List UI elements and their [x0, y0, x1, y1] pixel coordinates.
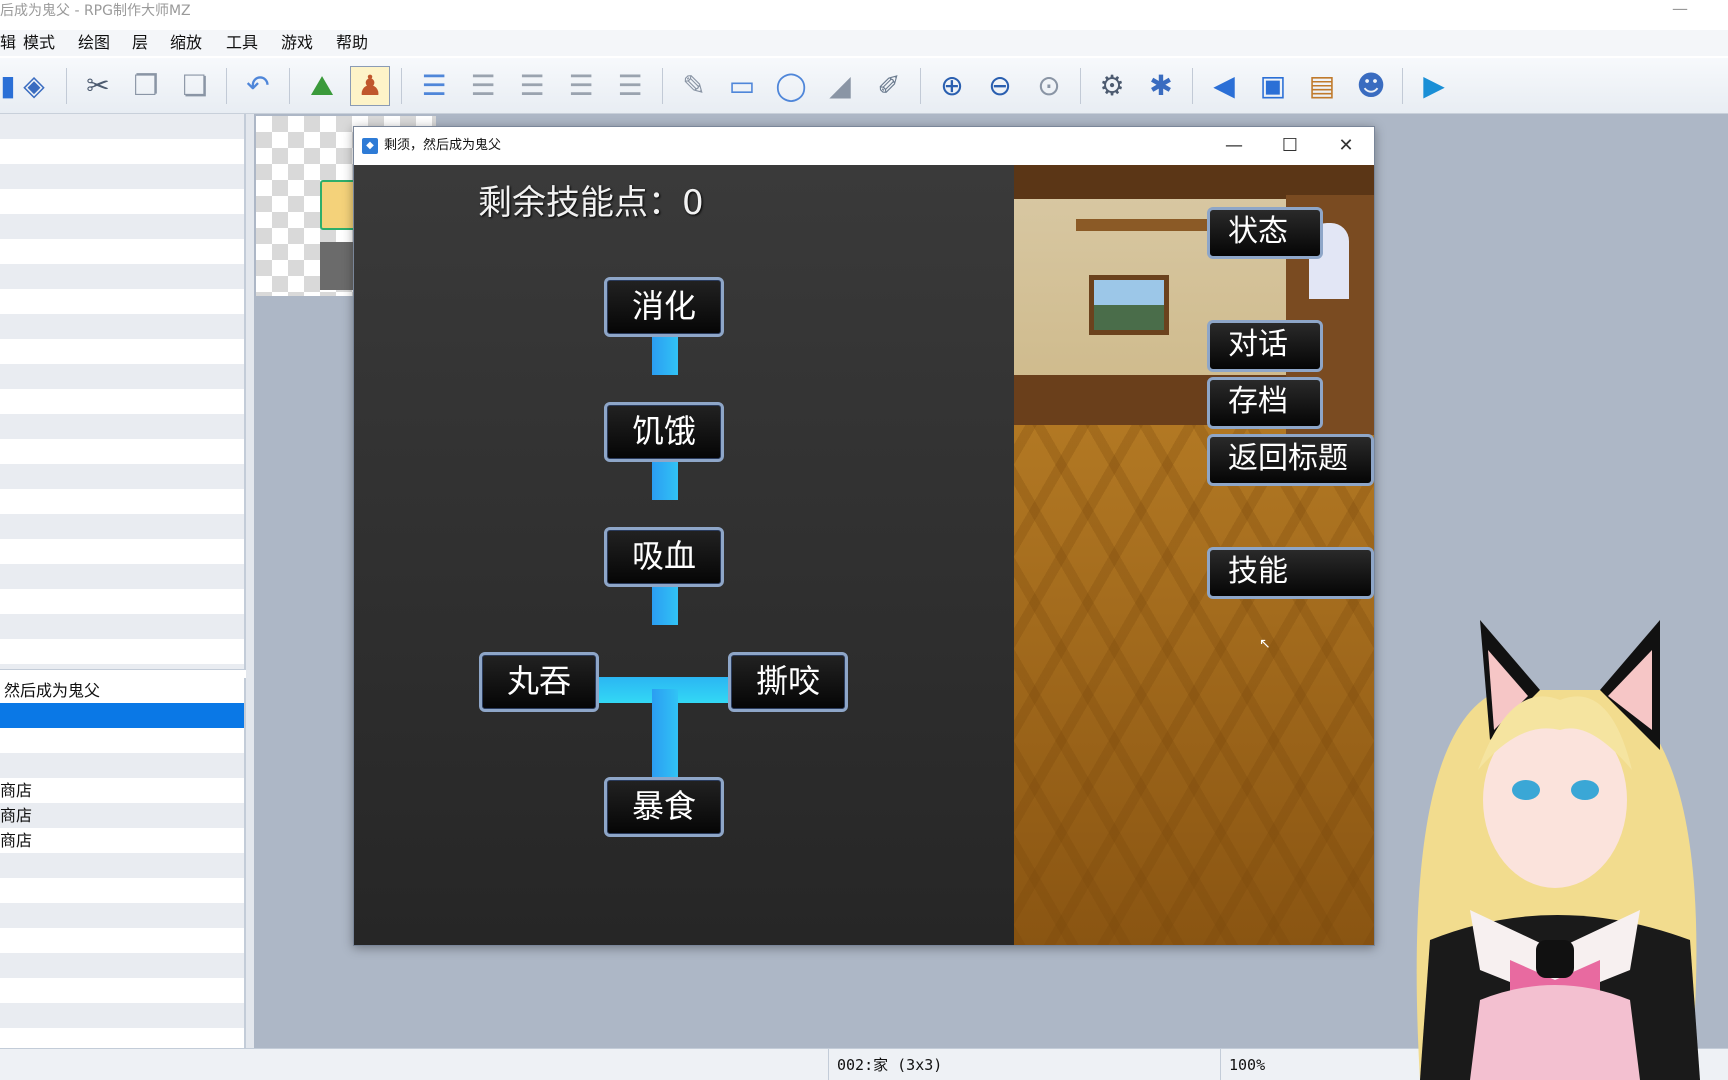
mountain-painting — [1089, 275, 1169, 335]
toolbar-separator — [289, 68, 290, 104]
ellipse-icon[interactable]: ◯ — [771, 66, 811, 106]
copy-icon[interactable]: ❐ — [126, 66, 166, 106]
menu-help[interactable]: 帮助 — [336, 30, 368, 56]
room-beam — [1014, 165, 1374, 199]
menu-zoom[interactable]: 缩放 — [170, 30, 202, 56]
layer-4-icon[interactable]: ☰ — [610, 66, 650, 106]
event-sprite[interactable] — [320, 242, 356, 290]
menu-tools[interactable]: 工具 — [226, 30, 258, 56]
paste-icon[interactable]: ❏ — [175, 66, 215, 106]
skill-node-bite[interactable]: 撕咬 — [728, 652, 848, 712]
layer-3-icon[interactable]: ☰ — [561, 66, 601, 106]
skill-node-digest[interactable]: 消化 — [604, 277, 724, 337]
toolbar-separator — [1080, 68, 1081, 104]
maximize-button[interactable]: ☐ — [1262, 127, 1318, 165]
editor-titlebar: 后成为鬼父 - RPG制作大师MZ — — [0, 0, 1728, 25]
toolbar-separator — [662, 68, 663, 104]
menu-save-button[interactable]: 存档 — [1207, 377, 1323, 429]
toolbar-separator — [1192, 68, 1193, 104]
rectangle-icon[interactable]: ▭ — [722, 66, 762, 106]
tileset-list-panel[interactable] — [0, 114, 246, 670]
skill-tree-panel: 剩余技能点：0 消化 饥饿 吸血 丸吞 撕咬 暴食 — [354, 165, 1014, 945]
editor-minimize-button[interactable]: — — [1672, 0, 1688, 20]
sound-test-icon[interactable]: ◀ — [1204, 66, 1244, 106]
avatar-eye-left — [1512, 780, 1540, 800]
game-window-titlebar: ◆ 剩须，然后成为鬼父 — ☐ ✕ — [354, 127, 1374, 165]
mouse-cursor-icon: ↖ — [1259, 636, 1271, 652]
status-map-info: 002:家 (3x3) — [828, 1049, 1220, 1080]
undo-icon[interactable]: ↶ — [238, 66, 278, 106]
minimize-button[interactable]: — — [1206, 127, 1262, 165]
game-window: ◆ 剩须，然后成为鬼父 — ☐ ✕ 剩余技能点：0 消化 饥饿 吸血 丸吞 撕咬… — [353, 126, 1375, 946]
map-tree-selected-row[interactable] — [0, 703, 244, 728]
map-mode-icon[interactable]: ⛰ — [302, 66, 342, 106]
event-mode-icon[interactable]: ♟ — [350, 66, 390, 106]
character-generator-icon[interactable]: ☻ — [1351, 66, 1391, 106]
game-window-title: 剩须，然后成为鬼父 — [384, 138, 502, 153]
menu-status-button[interactable]: 状态 — [1207, 207, 1323, 259]
pencil-icon[interactable]: ✎ — [674, 66, 714, 106]
menu-layer[interactable]: 层 — [132, 30, 148, 56]
menubar: 辑 模式 绘图 层 缩放 工具 游戏 帮助 — [0, 30, 1728, 56]
map-tree-panel[interactable]: 然后成为鬼父 商店 商店 商店 — [0, 678, 246, 1048]
toolbar-separator — [1402, 68, 1403, 104]
deploy-icon[interactable]: ◈ — [14, 66, 54, 106]
toolbar-separator — [66, 68, 67, 104]
menu-game[interactable]: 游戏 — [281, 30, 313, 56]
menu-talk-button[interactable]: 对话 — [1207, 320, 1323, 372]
avatar-eye-right — [1571, 780, 1599, 800]
menu-edit[interactable]: 辑 — [0, 30, 16, 56]
map-tree-project[interactable]: 然后成为鬼父 — [4, 678, 100, 703]
fill-icon[interactable]: ◢ — [820, 66, 860, 106]
skill-node-bloodsuck[interactable]: 吸血 — [604, 527, 724, 587]
status-zoom: 100% — [1220, 1049, 1370, 1080]
zoom-out-icon[interactable]: ⊖ — [980, 66, 1020, 106]
layer-1-icon[interactable]: ☰ — [463, 66, 503, 106]
remaining-skill-points: 剩余技能点：0 — [478, 183, 704, 223]
layer-auto-icon[interactable]: ☰ — [414, 66, 454, 106]
skill-node-swallow[interactable]: 丸吞 — [479, 652, 599, 712]
avatar-cat-brooch — [1536, 940, 1574, 978]
skill-node-gluttony[interactable]: 暴食 — [604, 777, 724, 837]
shadow-pen-icon[interactable]: ✐ — [869, 66, 909, 106]
menu-skills-button[interactable]: 技能 — [1207, 547, 1374, 599]
menu-draw[interactable]: 绘图 — [78, 30, 110, 56]
toolbar-separator — [401, 68, 402, 104]
menu-return-title-button[interactable]: 返回标题 — [1207, 434, 1374, 486]
plugin-manager-icon[interactable]: ✱ — [1141, 66, 1181, 106]
playtest-icon[interactable]: ▶ — [1414, 66, 1454, 106]
map-tree-item[interactable]: 商店 — [0, 803, 32, 828]
streamer-avatar — [1416, 620, 1700, 1080]
app-icon: ◆ — [362, 138, 378, 154]
toolbar-separator — [920, 68, 921, 104]
editor-title: 后成为鬼父 - RPG制作大师MZ — [0, 3, 191, 19]
close-button[interactable]: ✕ — [1318, 127, 1374, 165]
cut-icon[interactable]: ✂ — [78, 66, 118, 106]
menu-mode[interactable]: 模式 — [23, 30, 55, 56]
event-sprite[interactable] — [320, 180, 356, 230]
zoom-actual-icon[interactable]: ⊙ — [1029, 66, 1069, 106]
toolbar-separator — [226, 68, 227, 104]
database-icon[interactable]: ⚙ — [1092, 66, 1132, 106]
map-tree-item[interactable]: 商店 — [0, 778, 32, 803]
avatar-chest — [1470, 985, 1640, 1080]
resource-manager-icon[interactable]: ▤ — [1302, 66, 1342, 106]
skill-node-hunger[interactable]: 饥饿 — [604, 402, 724, 462]
zoom-in-icon[interactable]: ⊕ — [932, 66, 972, 106]
panel-splitter[interactable] — [246, 114, 254, 1048]
map-tree-item[interactable]: 商店 — [0, 828, 32, 853]
layer-2-icon[interactable]: ☰ — [512, 66, 552, 106]
toolbar: ▮ ◈ ✂ ❐ ❏ ↶ ⛰ ♟ ☰ ☰ ☰ ☰ ☰ ✎ ▭ ◯ ◢ ✐ ⊕ ⊖ … — [0, 58, 1728, 114]
event-searcher-icon[interactable]: ▣ — [1253, 66, 1293, 106]
